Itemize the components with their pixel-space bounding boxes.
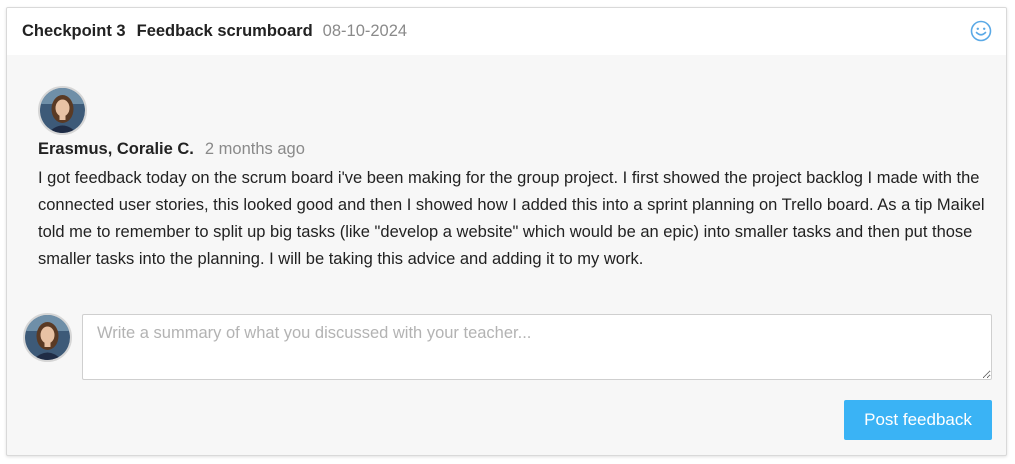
post-meta: Erasmus, Coralie C. 2 months ago xyxy=(38,140,305,159)
smiley-icon[interactable] xyxy=(970,20,992,42)
post-body: I got feedback today on the scrum board … xyxy=(38,169,985,268)
card-title: Feedback scrumboard xyxy=(136,22,313,40)
checkpoint-label: Checkpoint 3 xyxy=(22,22,126,40)
summary-input[interactable] xyxy=(82,314,992,380)
author-name: Erasmus, Coralie C. xyxy=(38,140,194,158)
avatar xyxy=(38,86,87,135)
post-timestamp: 2 months ago xyxy=(204,140,305,158)
post-feedback-button[interactable]: Post feedback xyxy=(844,400,992,440)
feedback-card: Checkpoint 3 Feedback scrumboard 08-10-2… xyxy=(6,7,1007,456)
avatar xyxy=(23,313,72,362)
card-date: 08-10-2024 xyxy=(322,22,408,40)
card-header: Checkpoint 3 Feedback scrumboard 08-10-2… xyxy=(7,8,1006,55)
